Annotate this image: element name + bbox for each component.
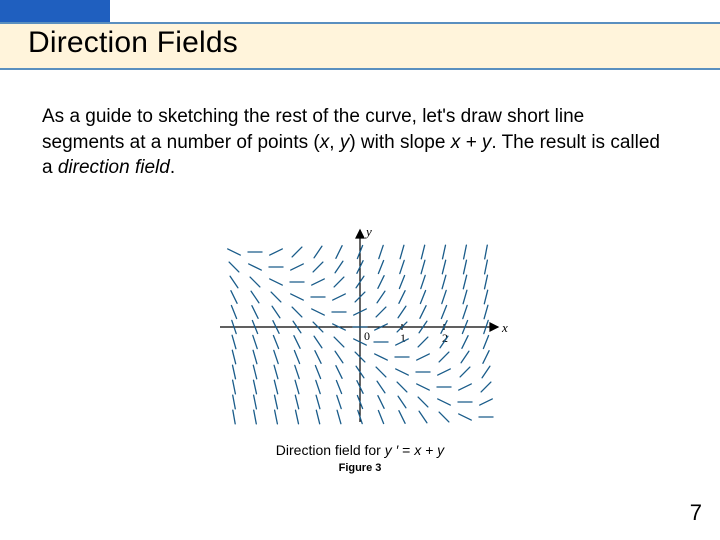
axis-x-label: x	[501, 320, 508, 335]
page-number: 7	[690, 500, 702, 526]
body-paragraph: As a guide to sketching the rest of the …	[42, 104, 662, 181]
slope-expr: x + y	[451, 132, 492, 153]
tick-0: 0	[364, 329, 370, 343]
figure-caption: Direction field for y ′ = x + y	[210, 442, 510, 458]
var-y: y	[340, 132, 350, 153]
direction-field-plot: 0 1 2 x y	[210, 222, 510, 432]
page-title: Direction Fields	[28, 26, 238, 60]
figure-label: Figure 3	[210, 462, 510, 474]
body-comma: ,	[329, 132, 340, 153]
title-bar: Direction Fields	[0, 0, 720, 76]
caption-rhs: x + y	[414, 442, 444, 458]
caption-eq: =	[398, 442, 414, 458]
caption-lhs: y ′	[385, 442, 399, 458]
var-x: x	[320, 132, 330, 153]
body-mid: ) with slope	[349, 132, 450, 153]
term-direction-field: direction field	[58, 157, 170, 178]
body-period2: .	[170, 157, 175, 178]
figure: 0 1 2 x y Direction field for y ′ = x + …	[210, 222, 510, 474]
caption-prefix: Direction field for	[276, 442, 385, 458]
plot-svg: 0 1 2 x y	[210, 222, 510, 432]
axis-y-label: y	[364, 224, 372, 239]
